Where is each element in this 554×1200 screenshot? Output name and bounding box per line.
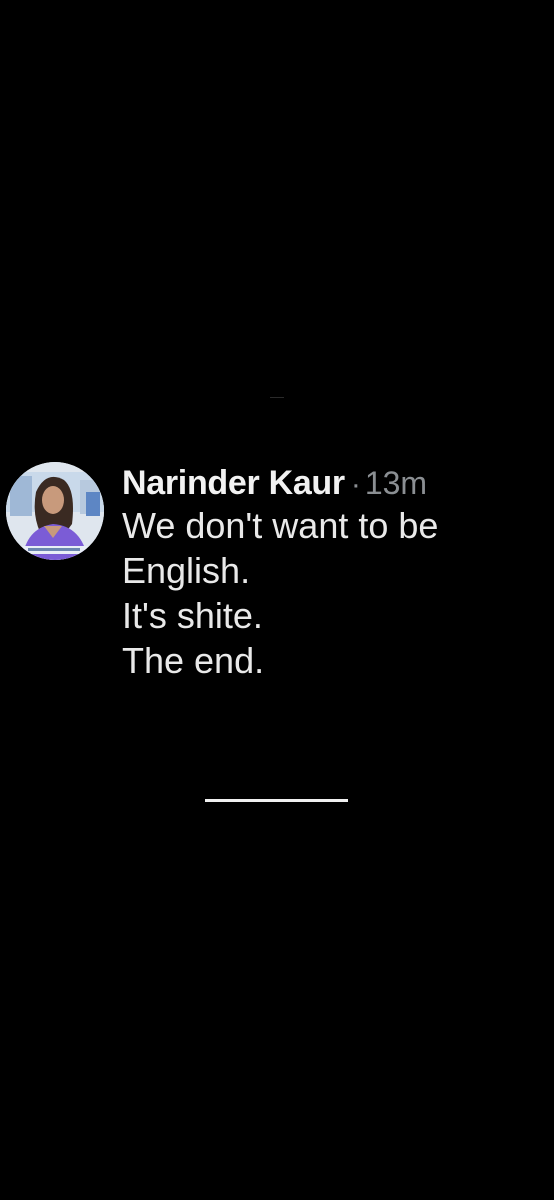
separator-dot: · [350, 468, 361, 501]
tweet-text-line: English. [122, 550, 251, 591]
author-name[interactable]: Narinder Kaur [122, 464, 345, 503]
faint-mark [270, 397, 284, 398]
tweet[interactable]: Narinder Kaur · 13m We don't want to be … [6, 462, 546, 683]
tweet-content: Narinder Kaur · 13m We don't want to be … [122, 462, 438, 683]
tweet-text-line: We don't want to be [122, 505, 439, 546]
tweet-text-line: The end. [122, 640, 265, 681]
avatar-photo [6, 462, 104, 560]
tweet-header: Narinder Kaur · 13m [122, 464, 438, 503]
divider [205, 799, 348, 802]
tweet-text-line: It's shite. [122, 595, 263, 636]
tweet-text: We don't want to be English. It's shite.… [122, 503, 438, 683]
avatar[interactable] [6, 462, 104, 560]
timestamp[interactable]: 13m [365, 465, 427, 502]
